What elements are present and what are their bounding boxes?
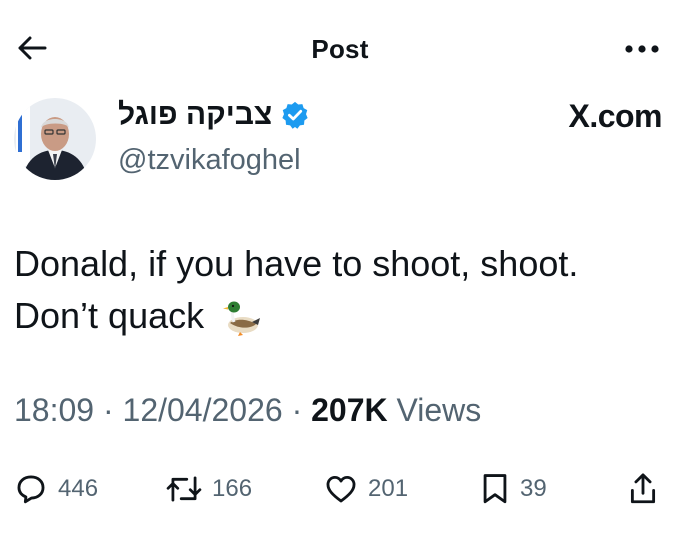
reply-count: 446 xyxy=(58,475,99,502)
duck-emoji-icon xyxy=(223,301,261,337)
meta-separator: · xyxy=(102,392,114,428)
views-label: Views xyxy=(396,392,482,428)
display-name[interactable]: צביקה פוגל xyxy=(118,98,272,132)
post-text-line-2: Don’t quack xyxy=(14,295,205,336)
post-date[interactable]: 12/04/2026 xyxy=(123,392,283,428)
post-time[interactable]: 18:09 xyxy=(14,392,94,428)
post-text-line-2-wrap: Don’t quack xyxy=(14,290,654,342)
bookmark-count: 39 xyxy=(520,475,547,502)
post-text-line-1: Donald, if you have to shoot, shoot. xyxy=(14,243,579,284)
meta-separator-2: · xyxy=(291,392,303,428)
author-row: צביקה פוגל @tzvikafoghel X.com xyxy=(14,96,664,186)
repost-count: 166 xyxy=(212,475,253,502)
repost-icon xyxy=(166,476,202,502)
share-button[interactable] xyxy=(628,466,658,512)
avatar[interactable] xyxy=(14,98,96,180)
brand-label: X.com xyxy=(568,98,662,134)
verified-badge-icon xyxy=(282,101,308,129)
action-bar: 446 166 201 39 xyxy=(0,466,680,512)
name-row: צביקה פוגל xyxy=(118,98,310,132)
heart-icon xyxy=(326,475,356,503)
bookmark-button[interactable]: 39 xyxy=(480,466,547,512)
top-bar: Post xyxy=(0,20,680,76)
bookmark-icon xyxy=(483,474,507,504)
repost-button[interactable]: 166 xyxy=(166,466,252,512)
page-title: Post xyxy=(311,34,369,64)
reply-icon xyxy=(17,475,45,504)
like-button[interactable]: 201 xyxy=(324,466,408,512)
post-text: Donald, if you have to shoot, shoot. Don… xyxy=(14,238,654,342)
avatar-image xyxy=(14,98,96,180)
author-handle[interactable]: @tzvikafoghel xyxy=(118,144,301,177)
more-options-button[interactable] xyxy=(622,38,662,60)
views-count: 207K xyxy=(311,392,388,428)
more-horizontal-icon xyxy=(625,45,659,53)
reply-button[interactable]: 446 xyxy=(14,466,98,512)
like-count: 201 xyxy=(368,475,409,502)
share-icon xyxy=(630,473,656,504)
post-meta: 18:09 · 12/04/2026 · 207K Views xyxy=(14,392,481,429)
